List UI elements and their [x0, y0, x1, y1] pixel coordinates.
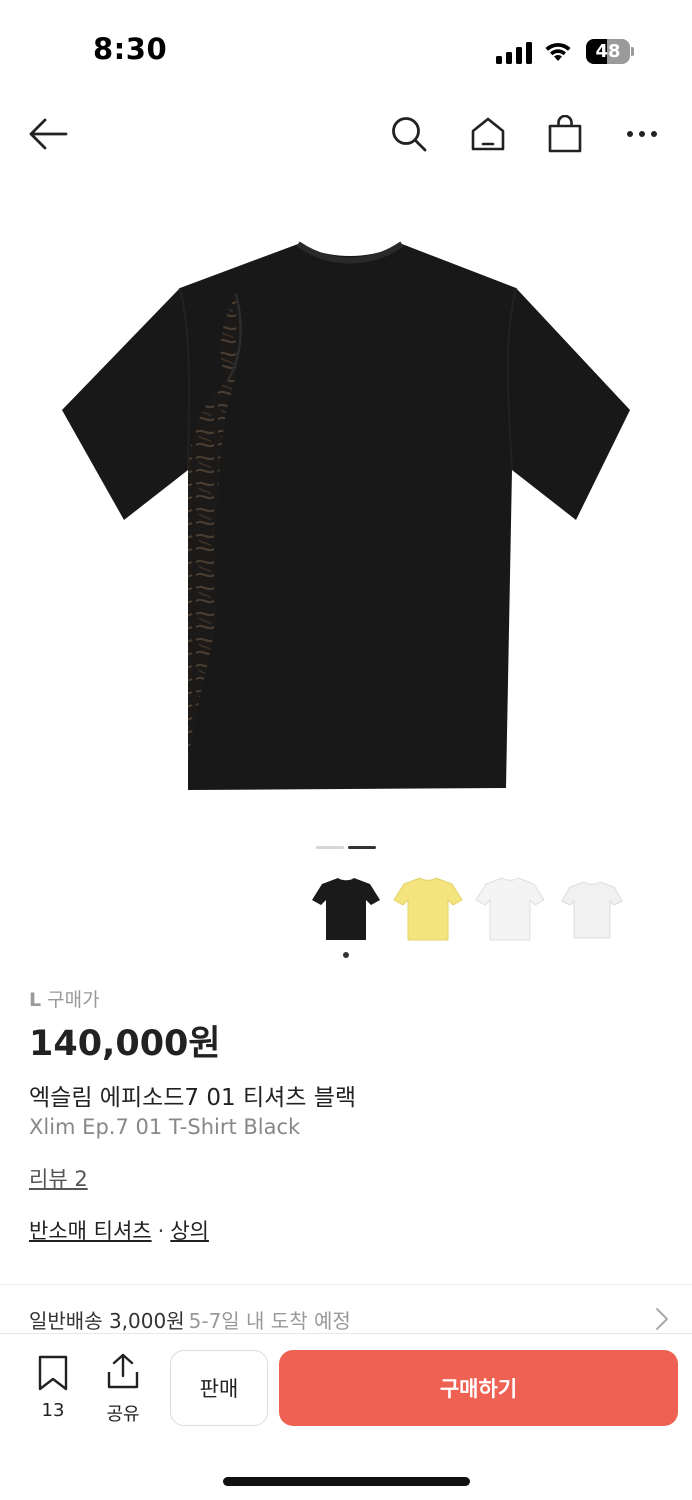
selected-thumbnail-dot [343, 952, 349, 958]
home-indicator [223, 1477, 470, 1486]
color-thumbnails [308, 870, 638, 965]
page-dot [316, 846, 344, 849]
bookmark-icon [38, 1355, 68, 1391]
product-name-en: Xlim Ep.7 01 T-Shirt Black [29, 1115, 301, 1139]
category-breadcrumb: 반소매 티셔츠 · 상의 [29, 1215, 209, 1245]
status-time: 8:30 [93, 32, 168, 66]
sell-button[interactable]: 판매 [170, 1350, 268, 1426]
battery-icon: 48 [586, 39, 634, 64]
share-button[interactable]: 공유 [100, 1352, 146, 1426]
wishlist-button[interactable]: 13 [30, 1352, 76, 1426]
image-page-indicator [316, 846, 376, 849]
share-label: 공유 [106, 1404, 140, 1425]
page-dot-active [348, 846, 376, 849]
shipping-eta: 5-7일 내 도착 예정 [188, 1309, 351, 1333]
thumb-shirt [475, 877, 545, 941]
thumb-shirt [393, 877, 463, 941]
cellular-signal-icon [496, 42, 532, 64]
status-bar: 8:30 48 [0, 0, 692, 100]
category-separator: · [157, 1219, 165, 1243]
product-image[interactable] [40, 220, 652, 810]
price-label: L 구매가 [29, 985, 100, 1012]
wishlist-count: 13 [41, 1400, 65, 1421]
bottom-action-bar: 13 공유 판매 구매하기 [0, 1333, 692, 1443]
size-label: L [29, 989, 42, 1011]
section-divider [0, 1284, 692, 1285]
more-icon[interactable] [620, 112, 664, 156]
share-icon [107, 1353, 139, 1389]
price: 140,000원 [29, 1024, 221, 1064]
battery-level: 48 [595, 41, 621, 62]
buy-button[interactable]: 구매하기 [279, 1350, 678, 1426]
thumbnail-white-2[interactable] [554, 870, 630, 946]
category-link-short-sleeve[interactable]: 반소매 티셔츠 [29, 1219, 152, 1243]
price-caption: 구매가 [47, 989, 100, 1011]
thumbnail-white[interactable] [472, 870, 548, 946]
review-link[interactable]: 리뷰 2 [29, 1163, 88, 1193]
thumb-shirt [561, 881, 623, 939]
back-arrow-icon[interactable] [26, 112, 70, 156]
thumb-shirt [312, 878, 380, 940]
home-icon[interactable] [466, 112, 510, 156]
thumbnail-yellow[interactable] [390, 870, 466, 946]
thumbnail-black[interactable] [308, 870, 384, 958]
top-nav-bar [0, 100, 692, 170]
category-link-tops[interactable]: 상의 [170, 1219, 209, 1243]
chevron-right-icon [656, 1308, 668, 1330]
shipping-row[interactable]: 일반배송 3,000원 5-7일 내 도착 예정 [29, 1305, 669, 1335]
shopping-bag-icon[interactable] [543, 112, 587, 156]
shipping-main: 일반배송 3,000원 [29, 1309, 185, 1333]
product-name-ko: 엑슬림 에피소드7 01 티셔츠 블랙 [29, 1085, 357, 1111]
wifi-icon [545, 42, 571, 61]
search-icon[interactable] [387, 112, 431, 156]
